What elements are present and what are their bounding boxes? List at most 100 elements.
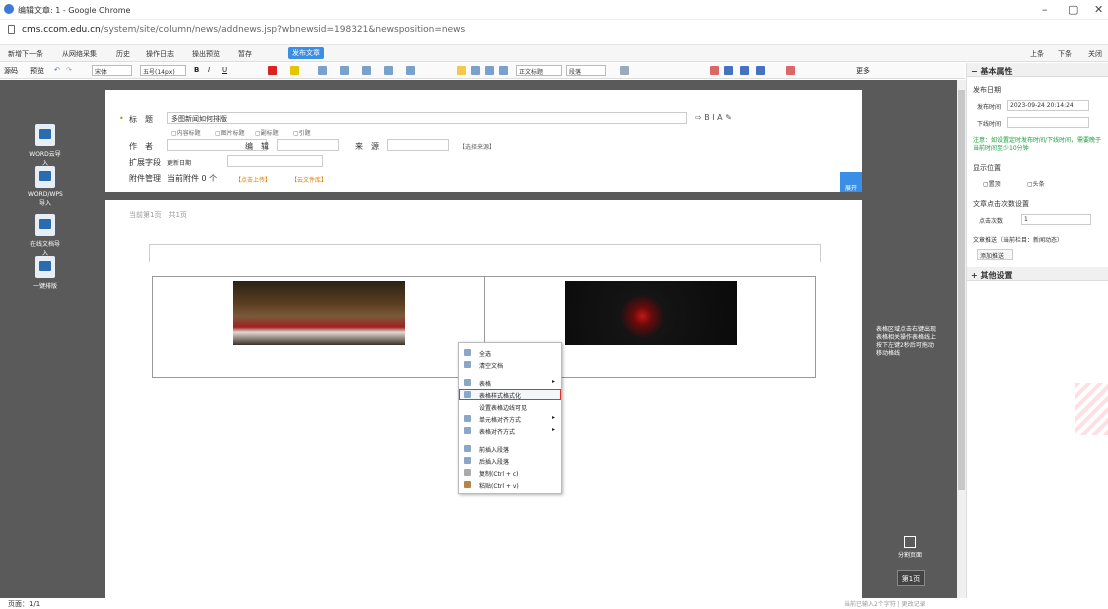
split-page-button[interactable]: 分割页面 — [897, 536, 923, 559]
select-all-icon — [464, 349, 471, 356]
attachment-icon[interactable] — [740, 66, 749, 75]
image-title-checkbox[interactable]: ▢图片标题 — [215, 128, 245, 137]
publish-time-input[interactable]: 2023-09-24 20:14:24 — [1007, 100, 1089, 111]
align-right-icon[interactable] — [485, 66, 494, 75]
menu-item-insert-after[interactable]: 后插入段落 — [459, 455, 561, 466]
date-icon[interactable] — [786, 66, 795, 75]
style-select[interactable]: 正文标题 — [516, 65, 562, 76]
menu-item-table-borders[interactable]: 设置表格边线可见 — [459, 401, 561, 412]
window-titlebar: 编辑文章: 1 - Google Chrome – ▢ ✕ — [0, 0, 1108, 20]
paragraph-select[interactable]: 段落 — [566, 65, 606, 76]
align-left-icon[interactable] — [457, 66, 466, 75]
table-hint: 表格区域点击右键出现表格相关操作表格线上按下左键2秒后可拖动移动格线 — [876, 326, 938, 372]
history-button[interactable]: 历史 — [116, 49, 130, 59]
publish-button[interactable]: 发布文章 — [288, 47, 324, 59]
add-push-button[interactable]: 添加推送 — [977, 249, 1013, 260]
image-icon[interactable] — [710, 66, 719, 75]
lead-title-checkbox[interactable]: ▢引题 — [293, 128, 311, 137]
more-button[interactable]: 更多 — [856, 66, 870, 76]
bold-icon[interactable]: B — [194, 66, 199, 74]
font-select[interactable]: 宋体 — [92, 65, 132, 76]
click-settings-heading: 文章点击次数设置 — [973, 200, 1029, 208]
word-wps-import-button[interactable]: WORD/WPS导入 — [28, 166, 63, 207]
numbered-list-icon[interactable] — [340, 66, 349, 75]
source-input[interactable] — [387, 139, 449, 151]
redo-icon[interactable]: ↷ — [66, 66, 72, 74]
upload-link[interactable]: 【点击上传】 — [235, 175, 271, 184]
display-position-heading: 显示位置 — [973, 164, 1001, 172]
close-icon[interactable]: ✕ — [1094, 3, 1103, 16]
line-height-icon[interactable] — [362, 66, 371, 75]
top-checkbox[interactable]: ▢置顶 — [983, 179, 1001, 188]
cloud-files-link[interactable]: 【云文件库】 — [291, 175, 327, 184]
cell-align-icon — [464, 415, 471, 422]
page-1-button[interactable]: 第1页 — [897, 570, 925, 586]
highlight-icon[interactable] — [290, 66, 299, 75]
underline-icon[interactable]: U — [222, 66, 227, 74]
concert-photo-left[interactable] — [233, 281, 405, 345]
draft-button[interactable]: 暂存 — [238, 49, 252, 59]
content-title-checkbox[interactable]: ▢内容标题 — [171, 128, 201, 137]
ext-field-label: 更新日期 — [167, 160, 192, 167]
size-select[interactable]: 五号(14px) — [140, 65, 186, 76]
new-next-button[interactable]: 新增下一条 — [8, 49, 43, 59]
url-text[interactable]: cms.ccom.edu.cn/system/site/column/news/… — [22, 25, 465, 35]
preview-mode-button[interactable]: 预览 — [30, 66, 44, 76]
table-icon[interactable] — [756, 66, 765, 75]
status-bar: 页面：1/1 当前已输入2个字符 | 更改记录 — [0, 598, 1108, 608]
undo-icon[interactable]: ↶ — [54, 66, 60, 74]
basic-props-header[interactable]: − 基本属性 — [967, 63, 1108, 77]
offline-time-input[interactable] — [1007, 117, 1089, 128]
scrollbar-thumb[interactable] — [958, 90, 965, 490]
menu-item-cell-align[interactable]: 单元格对齐方式 ▸ — [459, 413, 561, 424]
headline-checkbox[interactable]: ▢头条 — [1027, 179, 1045, 188]
expand-button[interactable]: 展开 — [840, 172, 862, 192]
one-click-layout-button[interactable]: 一键排版 — [28, 256, 62, 290]
close-article-button[interactable]: 关闭 — [1088, 49, 1102, 59]
video-icon[interactable] — [724, 66, 733, 75]
web-collect-button[interactable]: 从网络采集 — [62, 49, 97, 59]
select-source-link[interactable]: 【选择来源】 — [459, 142, 495, 151]
oplog-button[interactable]: 操作日志 — [146, 49, 174, 59]
justify-icon[interactable] — [499, 66, 508, 75]
clear-format-icon[interactable] — [406, 66, 415, 75]
menu-item-insert-before[interactable]: 前插入段落 — [459, 443, 561, 454]
online-doc-import-button[interactable]: 在线文档导入 — [28, 214, 62, 257]
align-center-icon[interactable] — [471, 66, 480, 75]
click-count-input[interactable]: 1 — [1021, 214, 1091, 225]
maximize-icon[interactable]: ▢ — [1068, 3, 1078, 16]
menu-item-select-all[interactable]: 全选 — [459, 347, 561, 358]
prev-article-button[interactable]: 上条 — [1030, 49, 1044, 59]
menu-item-paste[interactable]: 粘贴(Ctrl + v) — [459, 479, 561, 490]
menu-item-table[interactable]: 表格 ▸ — [459, 377, 561, 388]
minimize-icon[interactable]: – — [1042, 3, 1048, 16]
editor-input[interactable] — [277, 139, 339, 151]
concert-photo-right[interactable] — [565, 281, 737, 345]
update-date-input[interactable] — [227, 155, 323, 167]
next-article-button[interactable]: 下条 — [1058, 49, 1072, 59]
indent-icon[interactable] — [384, 66, 393, 75]
italic-icon[interactable]: I — [208, 66, 210, 74]
menu-item-table-align[interactable]: 表格对齐方式 ▸ — [459, 425, 561, 436]
floating-widget[interactable] — [1075, 383, 1108, 435]
font-color-icon[interactable] — [268, 66, 277, 75]
title-input[interactable]: 多图新闻如何排版 — [167, 112, 687, 124]
menu-item-clear-doc[interactable]: 清空文档 — [459, 359, 561, 370]
source-button[interactable]: 源码 — [4, 66, 18, 76]
word-cloud-import-button[interactable]: WORD云导入 — [28, 124, 62, 167]
preview-button[interactable]: 操出预览 — [192, 49, 220, 59]
layout-icon — [35, 256, 55, 278]
list-icon[interactable] — [318, 66, 327, 75]
chrome-icon — [4, 4, 14, 14]
subtitle-checkbox[interactable]: ▢副标题 — [255, 128, 279, 137]
menu-item-table-style-format[interactable]: 表格样式格式化 — [459, 389, 561, 400]
editor-scrollbar[interactable] — [957, 80, 966, 600]
publish-date-heading: 发布日期 — [973, 86, 1001, 94]
address-bar[interactable]: cms.ccom.edu.cn/system/site/column/news/… — [0, 20, 1108, 40]
title-label: 标 题 — [129, 115, 153, 124]
menu-item-copy[interactable]: 复制(Ctrl + c) — [459, 467, 561, 478]
link-icon[interactable] — [620, 66, 629, 75]
other-settings-header[interactable]: + 其他设置 — [967, 267, 1108, 281]
title-format-icons[interactable]: ⇨ B I A ✎ — [695, 113, 732, 122]
word-icon — [35, 166, 55, 188]
